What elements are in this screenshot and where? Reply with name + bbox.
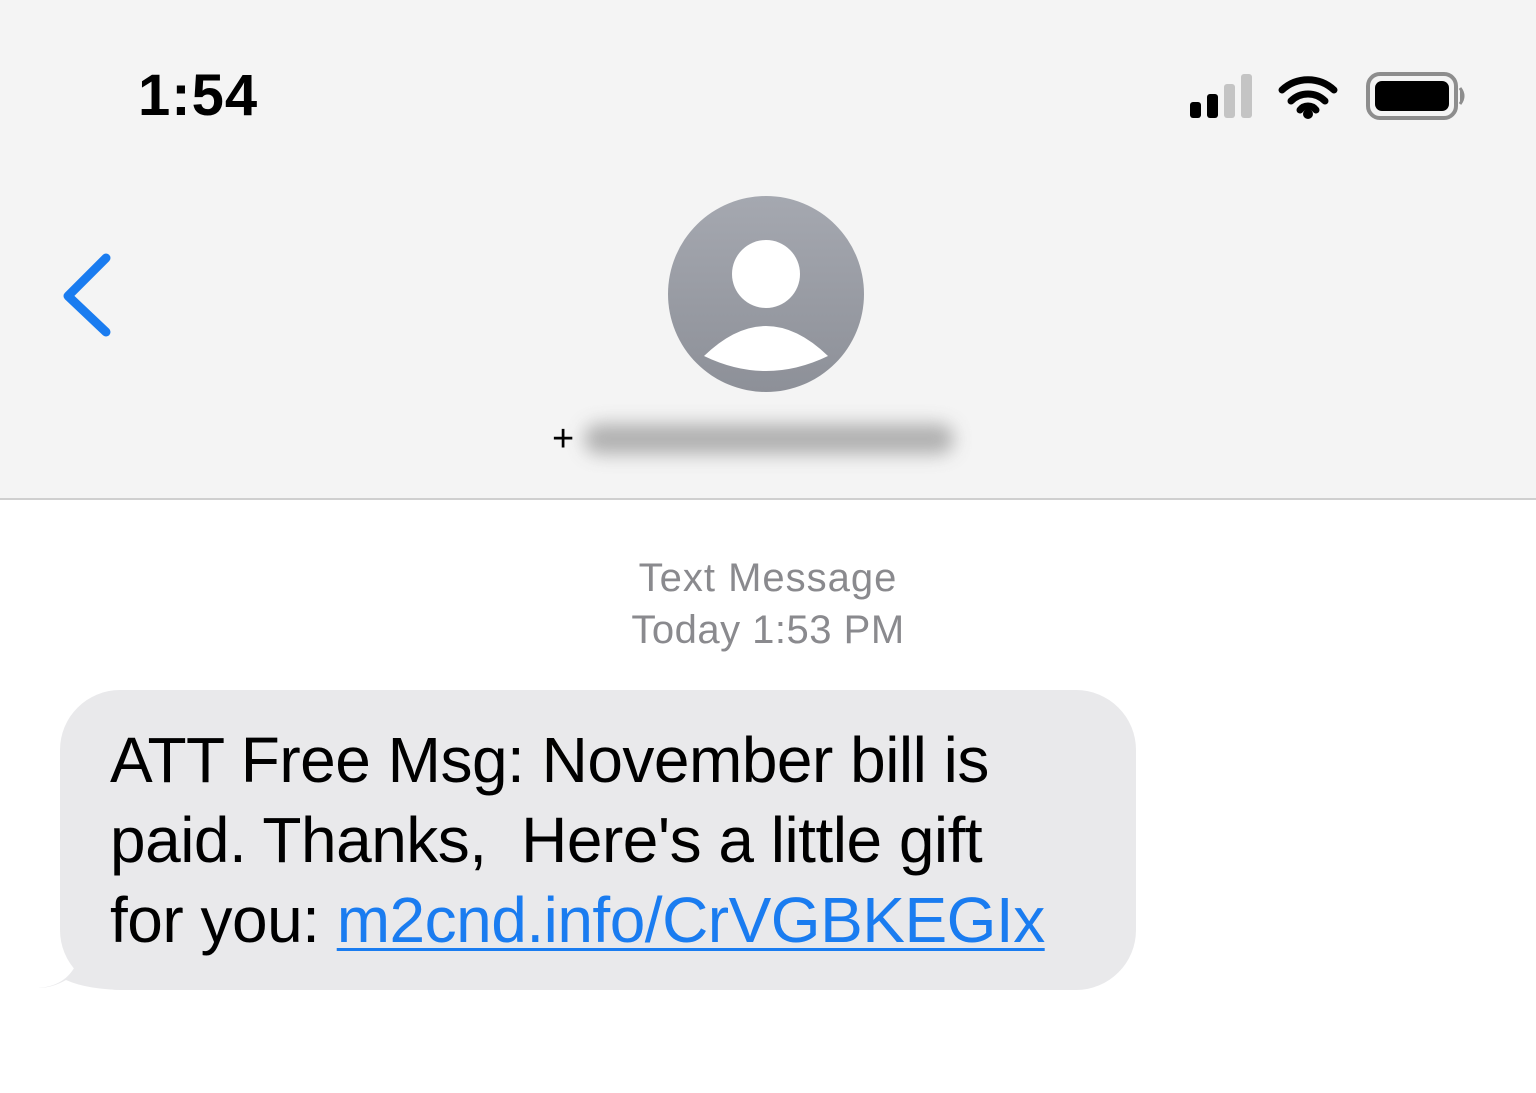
- message-link[interactable]: m2cnd.info/CrVGBKEGIx: [337, 884, 1045, 956]
- status-time: 1:54: [138, 63, 259, 128]
- battery-icon: [1366, 72, 1465, 120]
- contact-avatar[interactable]: [668, 196, 864, 392]
- incoming-message-bubble[interactable]: ATT Free Msg: November bill is paid. Tha…: [60, 690, 1136, 990]
- contact-number-prefix: +: [552, 418, 575, 460]
- conversation-header: 1:54 +: [0, 0, 1536, 500]
- status-icons: [1190, 72, 1465, 120]
- wifi-icon: [1278, 76, 1338, 114]
- contact-name-button[interactable]: +: [552, 414, 955, 464]
- message-line-3-prefix: for you:: [110, 884, 337, 956]
- wifi-dot: [1303, 109, 1313, 119]
- message-timestamp: Today 1:53 PM: [631, 608, 905, 652]
- message-text: ATT Free Msg: November bill is paid. Tha…: [110, 720, 1096, 960]
- contact-number-redacted: [584, 424, 955, 454]
- message-line-2: paid. Thanks, Here's a little gift: [110, 804, 983, 876]
- message-bubble-container: ATT Free Msg: November bill is paid. Tha…: [38, 690, 1148, 992]
- cellular-signal-icon: [1190, 74, 1252, 118]
- chevron-left-icon[interactable]: [56, 250, 120, 340]
- message-line-1: ATT Free Msg: November bill is: [110, 724, 989, 796]
- message-service-label: Text Message: [638, 556, 898, 600]
